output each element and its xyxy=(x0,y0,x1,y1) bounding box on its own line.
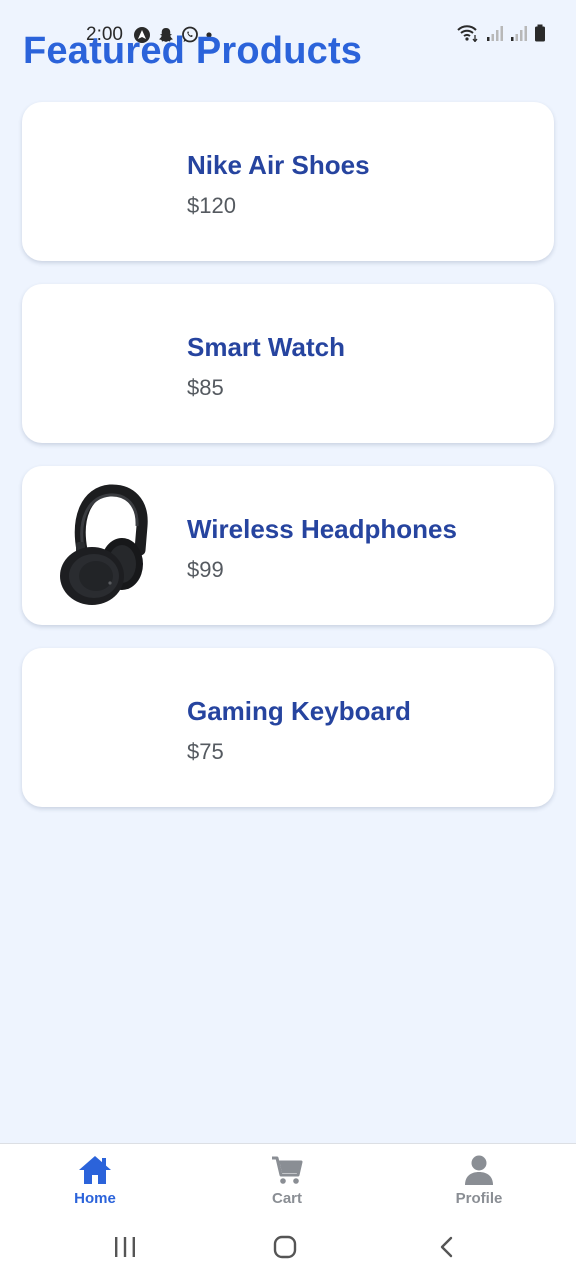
nav-label-profile: Profile xyxy=(455,1190,503,1207)
bottom-navigation: Home Cart Profile xyxy=(0,1143,576,1225)
product-name: Gaming Keyboard xyxy=(187,696,411,726)
signal-icon xyxy=(487,26,503,41)
back-icon[interactable] xyxy=(437,1235,457,1259)
product-card[interactable]: Gaming Keyboard $75 xyxy=(22,648,554,807)
home-icon xyxy=(79,1156,111,1184)
product-price: $75 xyxy=(187,739,224,764)
nav-item-home[interactable]: Home xyxy=(35,1154,155,1207)
product-card[interactable]: Wireless Headphones $99 xyxy=(22,466,554,625)
product-price: $99 xyxy=(187,557,224,582)
nav-item-cart[interactable]: Cart xyxy=(227,1154,347,1207)
nav-label-home: Home xyxy=(74,1190,116,1207)
product-price: $85 xyxy=(187,375,224,400)
product-image xyxy=(52,480,152,610)
signal-icon xyxy=(511,26,527,41)
product-price: $120 xyxy=(187,193,236,218)
wifi-icon xyxy=(457,25,478,42)
product-card[interactable]: Nike Air Shoes $120 xyxy=(22,102,554,261)
recent-apps-icon[interactable] xyxy=(113,1235,137,1259)
system-navigation-bar xyxy=(0,1225,576,1280)
product-name: Nike Air Shoes xyxy=(187,150,370,180)
cart-icon xyxy=(272,1156,303,1184)
home-circle-icon[interactable] xyxy=(272,1235,298,1259)
product-name: Smart Watch xyxy=(187,332,345,362)
nav-label-cart: Cart xyxy=(271,1190,302,1207)
person-icon xyxy=(465,1155,493,1185)
nav-item-profile[interactable]: Profile xyxy=(419,1154,539,1207)
product-image-placeholder xyxy=(52,298,152,428)
product-image-placeholder xyxy=(52,662,152,792)
headphones-image xyxy=(60,484,148,605)
page-title: Featured Products xyxy=(23,30,363,72)
product-name: Wireless Headphones xyxy=(187,514,457,544)
product-list: Nike Air Shoes $120 Smart Watch $85 Wire… xyxy=(22,102,554,830)
product-image-placeholder xyxy=(52,116,152,246)
app-screen: 2:00 Featured Products Nike Air Shoes $1… xyxy=(0,0,576,1280)
product-card[interactable]: Smart Watch $85 xyxy=(22,284,554,443)
battery-icon xyxy=(535,24,545,42)
system-status-icons xyxy=(456,24,546,42)
